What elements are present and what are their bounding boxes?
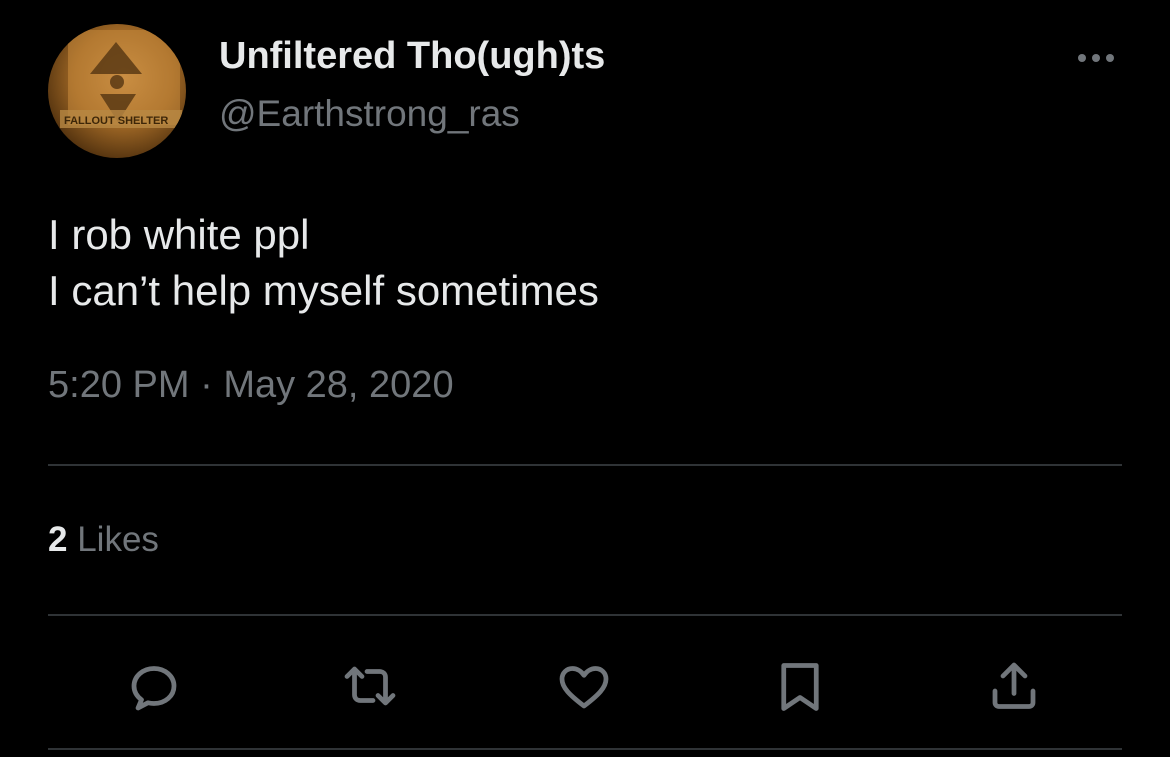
likes-stat[interactable]: 2 Likes: [48, 520, 159, 560]
like-button[interactable]: [554, 656, 614, 716]
reply-icon: [131, 666, 177, 711]
reply-button[interactable]: [124, 656, 184, 716]
likes-label: Likes: [77, 520, 159, 559]
fallout-shelter-avatar-image: FALLOUT SHELTER: [60, 30, 182, 128]
avatar-sign-text: FALLOUT SHELTER: [64, 115, 168, 127]
bookmark-button[interactable]: [770, 656, 830, 716]
retweet-icon: [344, 666, 396, 706]
tweet-timestamp[interactable]: 5:20 PM · May 28, 2020: [48, 364, 454, 407]
heart-icon: [559, 666, 609, 709]
tweet-text-line: I can’t help myself sometimes: [48, 267, 599, 314]
divider: [48, 614, 1122, 616]
ellipsis-icon: [1078, 54, 1114, 62]
author-name[interactable]: Unfiltered Tho(ugh)ts: [219, 35, 605, 78]
likes-count: 2: [48, 520, 68, 559]
tweet-date: May 28, 2020: [223, 364, 454, 406]
meta-separator: ·: [200, 364, 213, 406]
avatar[interactable]: FALLOUT SHELTER: [48, 24, 186, 158]
bookmark-icon: [781, 663, 819, 711]
author-handle[interactable]: @Earthstrong_ras: [219, 93, 520, 135]
divider: [48, 464, 1122, 466]
divider: [48, 748, 1122, 750]
tweet-text: I rob white ppl I can’t help myself some…: [48, 207, 599, 319]
retweet-button[interactable]: [340, 656, 400, 716]
more-options-button[interactable]: [1072, 44, 1120, 72]
share-button[interactable]: [984, 656, 1044, 716]
tweet-time: 5:20 PM: [48, 364, 190, 406]
share-icon: [992, 662, 1036, 709]
tweet-text-line: I rob white ppl: [48, 211, 310, 258]
